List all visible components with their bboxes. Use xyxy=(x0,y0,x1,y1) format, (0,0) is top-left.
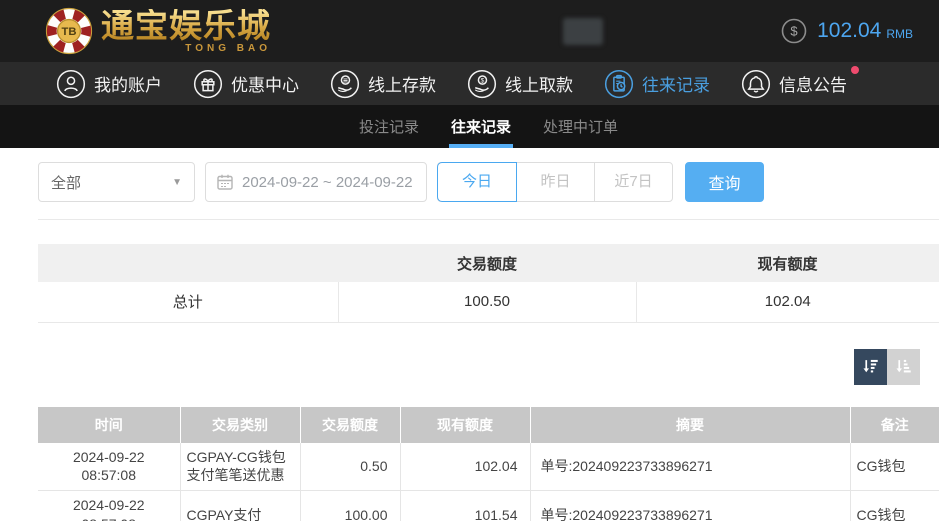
quick-range-yesterday[interactable]: 昨日 xyxy=(516,163,594,201)
nav-label: 优惠中心 xyxy=(231,71,299,96)
summary-total-transaction-amount: 100.50 xyxy=(338,282,636,322)
chevron-down-icon: ▼ xyxy=(172,177,182,188)
header-right: $ 102.04 RMB xyxy=(563,18,913,45)
cell-summary: 单号:202409223733896271 xyxy=(530,491,850,521)
sort-descending-icon xyxy=(862,358,879,375)
withdraw-icon: $ xyxy=(467,69,497,99)
summary-total-current-balance: 102.04 xyxy=(636,282,939,322)
summary-col-empty xyxy=(38,244,338,282)
gift-icon xyxy=(193,69,223,99)
nav-label: 线上存款 xyxy=(368,71,436,96)
col-remark: 备注 xyxy=(850,407,939,443)
quick-range-last7days[interactable]: 近7日 xyxy=(594,163,672,201)
cell-amount: 0.50 xyxy=(300,443,400,491)
svg-text:$: $ xyxy=(790,24,798,39)
date-range-value: 2024-09-22 ~ 2024-09-22 xyxy=(242,174,413,191)
summary-table: 交易额度 现有额度 总计 100.50 102.04 xyxy=(38,244,939,323)
cell-remark: CG钱包 xyxy=(850,443,939,491)
transaction-type-select[interactable]: 全部 ▼ xyxy=(38,162,195,202)
balance-amount: 102.04 xyxy=(817,19,881,43)
balance-display[interactable]: $ 102.04 RMB xyxy=(781,18,913,44)
notification-badge-dot xyxy=(851,66,859,74)
main-nav: 我的账户 优惠中心 线上存款 $ 线上取款 xyxy=(0,62,939,105)
svg-text:TB: TB xyxy=(62,26,77,38)
summary-total-row: 总计 100.50 102.04 xyxy=(38,282,939,322)
records-table: 时间 交易类别 交易额度 现有额度 摘要 备注 2024-09-22 08:57… xyxy=(38,407,939,521)
redacted-username xyxy=(613,18,721,45)
sort-descending-button[interactable] xyxy=(854,349,887,385)
search-button[interactable]: 查询 xyxy=(685,162,764,202)
nav-item-records[interactable]: 往来记录 xyxy=(604,69,710,99)
col-transaction-type: 交易类别 xyxy=(180,407,300,443)
summary-col-transaction-amount: 交易额度 xyxy=(338,244,636,282)
cell-time: 2024-09-22 08:57:08 xyxy=(38,491,180,521)
summary-col-current-balance: 现有额度 xyxy=(636,244,939,282)
nav-label: 线上取款 xyxy=(505,71,573,96)
nav-label: 信息公告 xyxy=(779,71,847,96)
col-current-balance: 现有额度 xyxy=(400,407,530,443)
section-divider xyxy=(38,219,939,220)
tab-transaction-records[interactable]: 往来记录 xyxy=(449,105,513,148)
filter-row: 全部 ▼ 2024-09-22 ~ 2024-09-22 今日 昨日 近7日 查… xyxy=(38,162,939,202)
tab-betting-records[interactable]: 投注记录 xyxy=(357,105,421,148)
poker-chip-icon: TB xyxy=(45,7,93,55)
cell-amount: 100.00 xyxy=(300,491,400,521)
col-transaction-amount: 交易额度 xyxy=(300,407,400,443)
nav-label: 往来记录 xyxy=(642,71,710,96)
content-area: 全部 ▼ 2024-09-22 ~ 2024-09-22 今日 昨日 近7日 查… xyxy=(0,148,939,521)
cell-balance: 102.04 xyxy=(400,443,530,491)
nav-item-withdraw[interactable]: $ 线上取款 xyxy=(467,69,573,99)
dollar-circle-icon: $ xyxy=(781,18,807,44)
calendar-icon xyxy=(216,173,234,191)
brand-text: 通宝娱乐城 TONG BAO xyxy=(101,9,271,54)
svg-text:$: $ xyxy=(481,77,485,84)
nav-item-promotions[interactable]: 优惠中心 xyxy=(193,69,299,99)
summary-header-row: 交易额度 现有额度 xyxy=(38,244,939,282)
col-summary: 摘要 xyxy=(530,407,850,443)
sort-ascending-button[interactable] xyxy=(887,349,920,385)
brand-title: 通宝娱乐城 xyxy=(101,9,271,42)
top-header: TB 通宝娱乐城 TONG BAO $ 102.04 RMB xyxy=(0,0,939,62)
bell-icon xyxy=(741,69,771,99)
cell-type: CGPAY支付 xyxy=(180,491,300,521)
tab-strip: 投注记录 往来记录 处理中订单 xyxy=(0,105,939,148)
table-row: 2024-09-22 08:57:08 CGPAY支付 100.00 101.5… xyxy=(38,491,939,521)
records-icon xyxy=(604,69,634,99)
records-header-row: 时间 交易类别 交易额度 现有额度 摘要 备注 xyxy=(38,407,939,443)
cell-type: CGPAY-CG钱包支付笔笔送优惠 xyxy=(180,443,300,491)
nav-label: 我的账户 xyxy=(94,71,162,96)
col-time: 时间 xyxy=(38,407,180,443)
summary-total-label: 总计 xyxy=(38,282,338,322)
type-select-value: 全部 xyxy=(51,172,81,193)
sort-controls xyxy=(38,349,920,385)
cell-remark: CG钱包 xyxy=(850,491,939,521)
quick-range-today[interactable]: 今日 xyxy=(438,163,516,201)
cell-time: 2024-09-22 08:57:08 xyxy=(38,443,180,491)
redacted-avatar xyxy=(563,18,603,45)
quick-range-group: 今日 昨日 近7日 xyxy=(437,162,673,202)
cell-balance: 101.54 xyxy=(400,491,530,521)
table-row: 2024-09-22 08:57:08 CGPAY-CG钱包支付笔笔送优惠 0.… xyxy=(38,443,939,491)
sort-ascending-icon xyxy=(895,358,912,375)
deposit-icon xyxy=(330,69,360,99)
nav-item-announcements[interactable]: 信息公告 xyxy=(741,69,847,99)
user-icon xyxy=(56,69,86,99)
nav-item-my-account[interactable]: 我的账户 xyxy=(56,69,162,99)
tab-processing-orders[interactable]: 处理中订单 xyxy=(541,105,620,148)
date-range-input[interactable]: 2024-09-22 ~ 2024-09-22 xyxy=(205,162,427,202)
balance-currency: RMB xyxy=(886,21,913,41)
cell-summary: 单号:202409223733896271 xyxy=(530,443,850,491)
brand-logo[interactable]: TB 通宝娱乐城 TONG BAO xyxy=(45,7,271,55)
brand-subtitle: TONG BAO xyxy=(101,44,271,54)
nav-item-deposit[interactable]: 线上存款 xyxy=(330,69,436,99)
